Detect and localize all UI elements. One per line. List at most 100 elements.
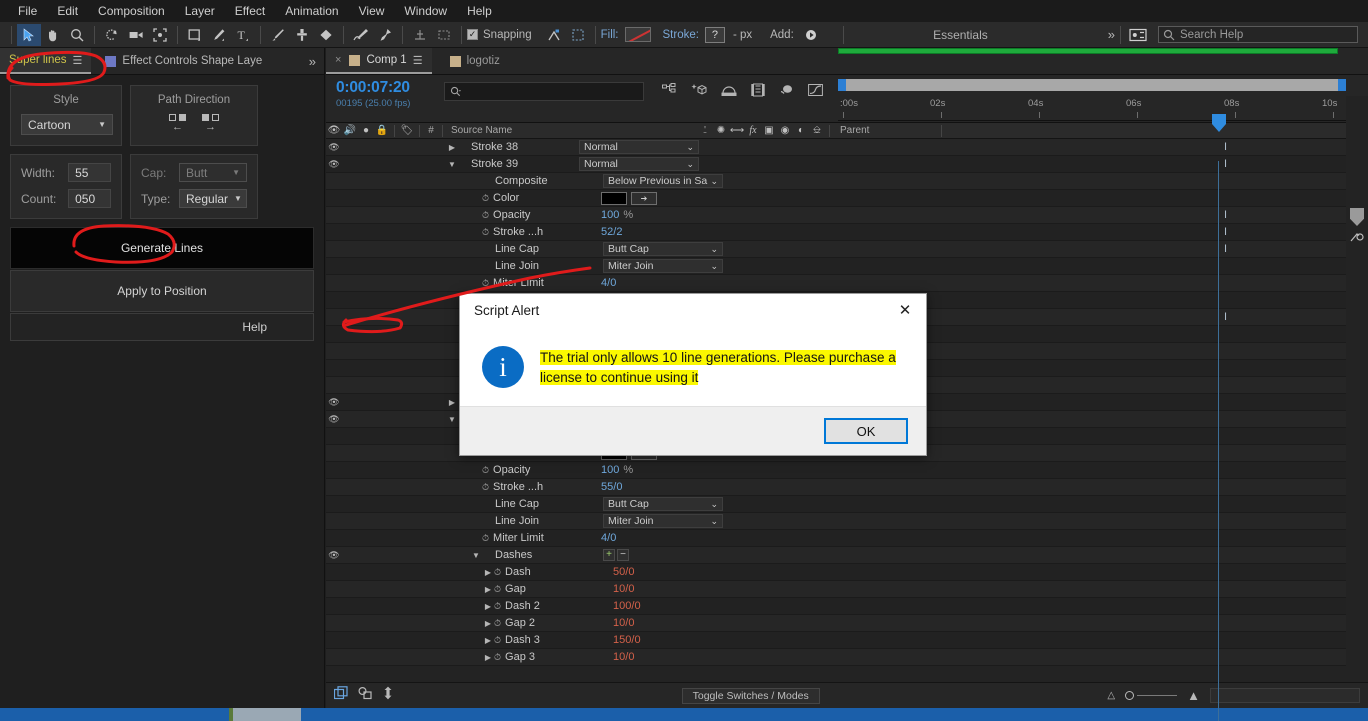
property-value[interactable]: Butt Cap ⌄: [603, 242, 723, 256]
property-number-value[interactable]: 100/0: [613, 600, 641, 612]
property-value[interactable]: Miter Join ⌄: [603, 259, 723, 273]
left-tabs-more-icon[interactable]: »: [301, 48, 324, 74]
brush-tool-icon[interactable]: [266, 24, 290, 46]
three-d-layer-icon[interactable]: ⎒: [809, 125, 825, 136]
row-track[interactable]: I: [838, 207, 1368, 223]
stopwatch-icon[interactable]: ⏱: [494, 567, 501, 578]
table-row[interactable]: ▶ ⏱ Dash 2 100/0: [326, 598, 1368, 615]
disclosure-triangle-icon[interactable]: ▼: [470, 551, 482, 560]
apply-to-position-button[interactable]: Apply to Position: [10, 270, 314, 312]
add-menu-icon[interactable]: [799, 24, 823, 46]
menu-item-help[interactable]: Help: [457, 2, 502, 20]
disclosure-triangle-icon[interactable]: ▶: [446, 398, 458, 407]
property-value[interactable]: 55/0: [601, 481, 622, 493]
layer-switches-icon[interactable]: [358, 686, 372, 705]
property-number-value[interactable]: 150/0: [613, 634, 641, 646]
color-swatch[interactable]: [601, 191, 628, 205]
property-value[interactable]: Butt Cap ⌄: [603, 497, 723, 511]
property-number-value[interactable]: 100: [601, 464, 619, 476]
video-visibility-icon[interactable]: 👁: [326, 125, 342, 136]
quality-icon[interactable]: ⟷: [729, 125, 745, 136]
frame-render-icon[interactable]: [333, 686, 348, 705]
row-track[interactable]: [838, 462, 1368, 478]
roto-brush-tool-icon[interactable]: [349, 24, 373, 46]
plus-icon[interactable]: +: [603, 549, 615, 561]
motion-blur-col-icon[interactable]: ◉: [777, 125, 793, 136]
text-tool-icon[interactable]: T: [231, 24, 255, 46]
property-value[interactable]: Normal ⌄: [579, 157, 699, 171]
path-direction-left-button[interactable]: ←: [169, 114, 186, 133]
property-dropdown[interactable]: Below Previous in Sa⌄: [603, 174, 723, 188]
adjustment-layer-icon[interactable]: ◐: [793, 125, 809, 136]
property-value[interactable]: 50/0: [613, 566, 634, 578]
eyedropper-icon[interactable]: ➔: [631, 191, 658, 205]
table-row[interactable]: ⏱ Miter Limit 4/0: [326, 530, 1368, 547]
render-shield-icon[interactable]: [1350, 208, 1364, 226]
row-track[interactable]: [838, 190, 1368, 206]
search-help-input[interactable]: Search Help: [1158, 26, 1358, 43]
dashes-add-remove[interactable]: + −: [603, 549, 629, 561]
property-value[interactable]: ➔: [601, 191, 658, 205]
property-number-value[interactable]: 10/0: [613, 583, 634, 595]
snap-target-icon[interactable]: [542, 24, 566, 46]
menu-item-composition[interactable]: Composition: [88, 2, 175, 20]
table-row[interactable]: ⏱ Color ➔: [326, 190, 1368, 207]
table-row[interactable]: ⏱ Stroke ...h 55/0: [326, 479, 1368, 496]
generate-lines-button[interactable]: Generate Lines: [10, 227, 314, 269]
playhead-marker[interactable]: [1211, 112, 1226, 156]
property-dropdown[interactable]: Butt Cap ⌄: [603, 242, 723, 256]
stopwatch-icon[interactable]: ⏱: [494, 601, 501, 612]
pan-behind-tool-icon[interactable]: [148, 24, 172, 46]
row-track[interactable]: [838, 479, 1368, 495]
property-number-value[interactable]: 50/0: [613, 566, 634, 578]
table-row[interactable]: Line Cap Butt Cap ⌄: [326, 496, 1368, 513]
row-track[interactable]: [838, 598, 1368, 614]
property-value[interactable]: 4/0: [601, 277, 616, 289]
zoom-slider-knob[interactable]: [1125, 691, 1135, 700]
cap-dropdown[interactable]: Butt ▼: [179, 163, 247, 182]
keyframe-marker[interactable]: I: [1221, 158, 1230, 171]
align-icon[interactable]: [408, 24, 432, 46]
menu-item-layer[interactable]: Layer: [175, 2, 225, 20]
stopwatch-icon[interactable]: ⏱: [494, 635, 501, 646]
disclosure-triangle-icon[interactable]: ▶: [482, 653, 494, 662]
disclosure-triangle-icon[interactable]: ▼: [446, 160, 458, 169]
pen-tool-icon[interactable]: [207, 24, 231, 46]
property-value[interactable]: 10/0: [613, 617, 634, 629]
timeline-gutter-tool-icon[interactable]: [1350, 230, 1366, 247]
table-row[interactable]: ⏱ Stroke ...h 52/2 I: [326, 224, 1368, 241]
keyframe-marker[interactable]: I: [1221, 311, 1230, 324]
row-track[interactable]: I: [838, 156, 1368, 172]
property-value[interactable]: 10/0: [613, 651, 634, 663]
stopwatch-icon[interactable]: ⏱: [482, 210, 489, 221]
row-track[interactable]: [838, 581, 1368, 597]
property-number-value[interactable]: 10/0: [613, 617, 634, 629]
playhead-line[interactable]: [1218, 161, 1219, 721]
stopwatch-icon[interactable]: ⏱: [482, 482, 489, 493]
property-value[interactable]: Below Previous in Sa⌄: [603, 174, 723, 188]
table-row[interactable]: ⏱ Miter Limit 4/0: [326, 275, 1368, 292]
clone-stamp-tool-icon[interactable]: [290, 24, 314, 46]
stopwatch-icon[interactable]: ⏱: [494, 584, 501, 595]
stopwatch-icon[interactable]: ⏱: [494, 652, 501, 663]
hand-tool-icon[interactable]: [41, 24, 65, 46]
row-track[interactable]: [838, 513, 1368, 529]
property-number-value[interactable]: 10/0: [613, 651, 634, 663]
table-row[interactable]: Line Join Miter Join ⌄: [326, 513, 1368, 530]
timeline-zoom-slider[interactable]: [1125, 691, 1178, 700]
disclosure-triangle-icon[interactable]: ▶: [482, 568, 494, 577]
row-track[interactable]: [838, 649, 1368, 665]
eraser-tool-icon[interactable]: [314, 24, 338, 46]
composition-mini-flowchart-icon[interactable]: [662, 83, 677, 100]
disclosure-triangle-icon[interactable]: ▼: [446, 415, 458, 424]
row-track[interactable]: [838, 530, 1368, 546]
tab-logotiz[interactable]: logotiz: [432, 48, 509, 74]
draft-3d-icon[interactable]: [691, 83, 707, 100]
disclosure-triangle-icon[interactable]: ▶: [482, 602, 494, 611]
mask-shape-icon[interactable]: [432, 24, 456, 46]
work-area-bar[interactable]: [838, 79, 1346, 91]
count-input[interactable]: 050: [68, 189, 111, 208]
row-track[interactable]: I: [838, 139, 1368, 155]
menu-item-window[interactable]: Window: [394, 2, 457, 20]
minus-icon[interactable]: −: [617, 549, 629, 561]
